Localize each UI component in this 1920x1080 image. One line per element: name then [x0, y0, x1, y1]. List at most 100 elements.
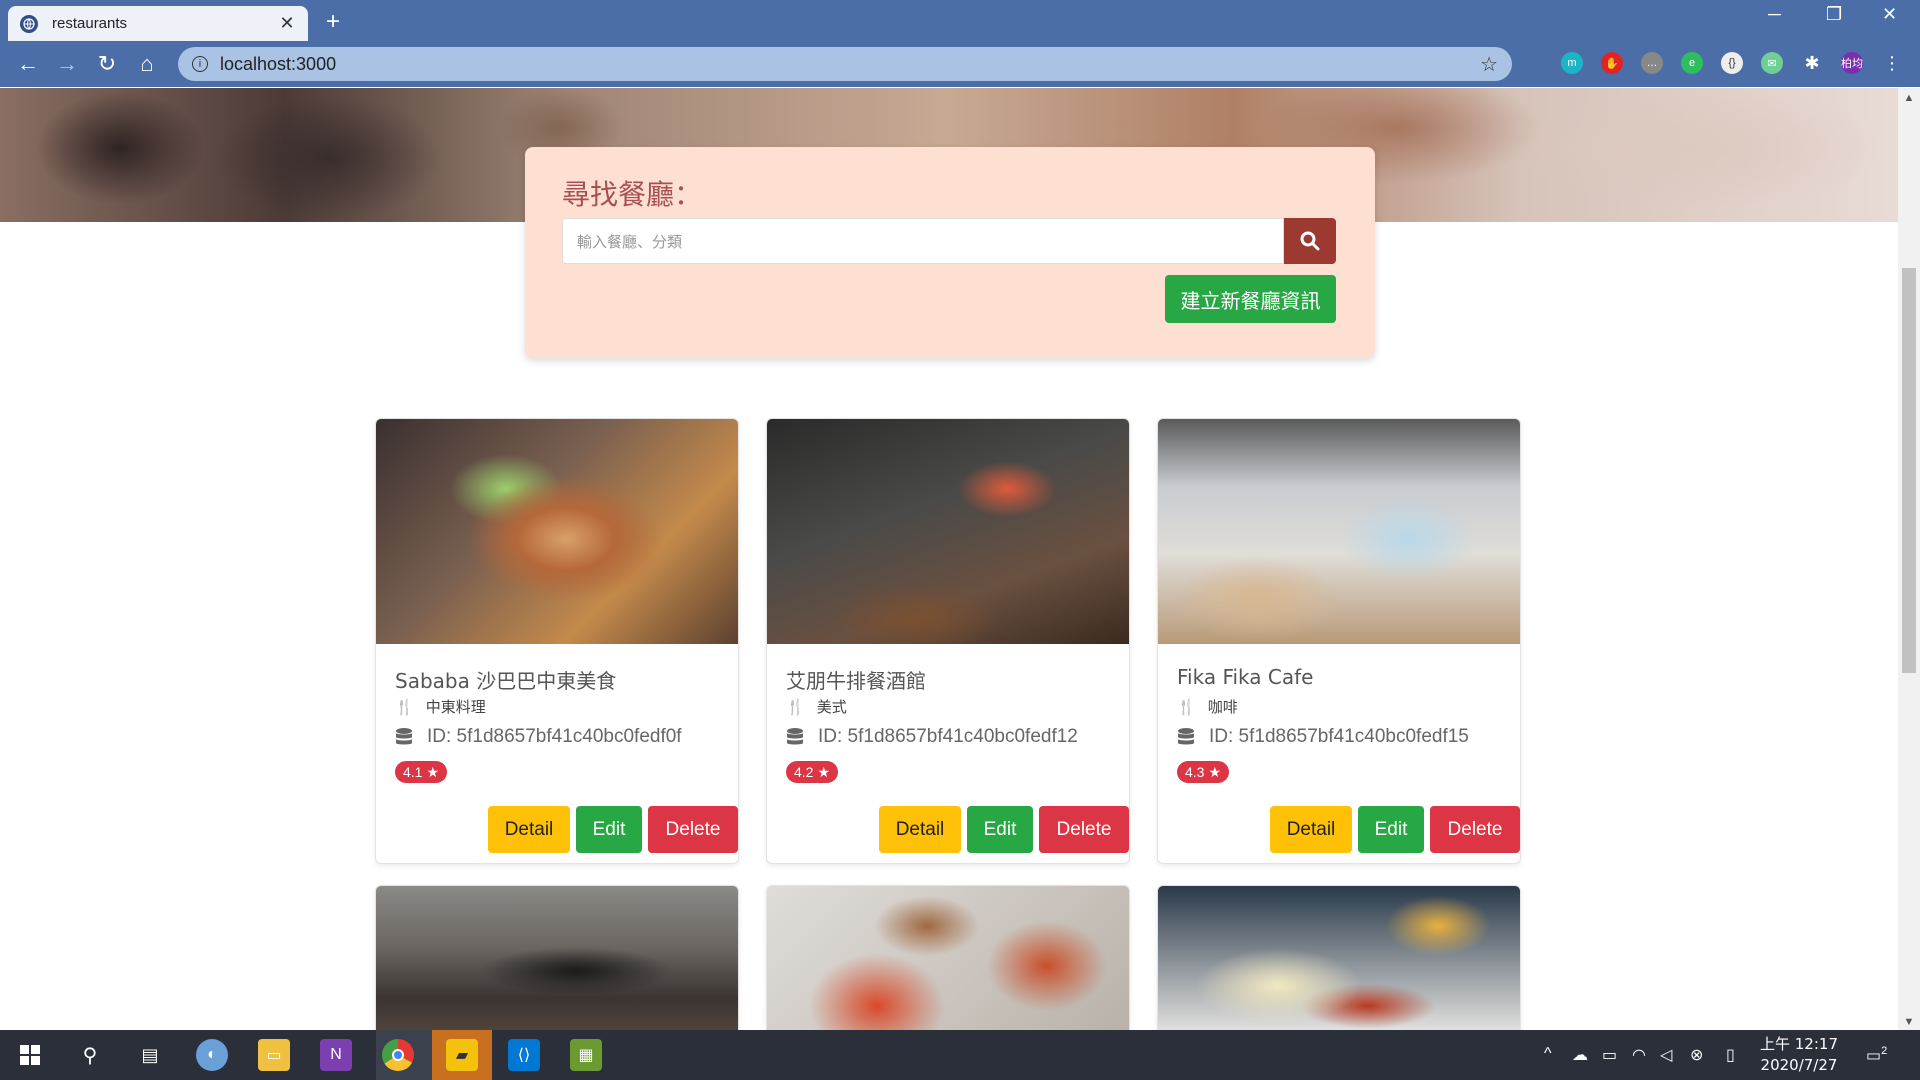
scroll-down-icon[interactable]: ▼ — [1898, 1016, 1920, 1028]
home-icon[interactable]: ⌂ — [133, 51, 161, 77]
category-row: 🍴 咖啡 — [1177, 696, 1238, 717]
restaurant-category: 美式 — [816, 698, 847, 716]
tray-chevron-icon[interactable]: ^ — [1544, 1045, 1552, 1063]
back-arrow-icon[interactable]: ← — [14, 51, 42, 77]
status-x-icon[interactable]: ⊗ — [1690, 1045, 1703, 1065]
delete-button[interactable]: Delete — [1430, 806, 1520, 853]
search-input[interactable]: 輸入餐廳、分類 — [562, 218, 1284, 264]
browser-tab-strip: restaurants ✕ + ─ ❐ ✕ — [0, 0, 1920, 41]
category-row: 🍴 美式 — [786, 696, 847, 717]
delete-button[interactable]: Delete — [648, 806, 738, 853]
app-icon[interactable]: ▦ — [570, 1039, 602, 1071]
menu-kebab-icon[interactable]: ⋮ — [1881, 52, 1903, 74]
extension-hand-icon[interactable]: ✋ — [1601, 52, 1623, 74]
system-clock[interactable]: 上午 12:17 2020/7/27 — [1760, 1034, 1838, 1076]
page-viewport: 尋找餐廳： 輸入餐廳、分類 建立新餐廳資訊 Sababa 沙巴巴中東美食 🍴 中… — [0, 88, 1898, 1030]
sticky-notes-icon[interactable]: ▰ — [446, 1039, 478, 1071]
address-bar[interactable]: i localhost:3000 ☆ — [178, 47, 1512, 81]
globe-icon — [20, 14, 38, 33]
bookmark-star-icon[interactable]: ☆ — [1480, 52, 1498, 77]
task-view-icon[interactable]: ▤ — [134, 1039, 166, 1071]
onedrive-icon[interactable]: ☁ — [1572, 1045, 1588, 1065]
restore-icon[interactable]: ❐ — [1826, 4, 1842, 25]
new-tab-button[interactable]: + — [326, 8, 340, 36]
rating-badge: 4.3 ★ — [1177, 761, 1230, 783]
scroll-up-icon[interactable]: ▲ — [1898, 92, 1920, 104]
delete-button[interactable]: Delete — [1039, 806, 1129, 853]
forward-arrow-icon[interactable]: → — [53, 51, 81, 77]
scrollbar-thumb[interactable] — [1902, 268, 1916, 673]
utensils-icon: 🍴 — [1177, 697, 1196, 716]
search-button[interactable] — [1284, 218, 1336, 264]
card-actions: Detail Edit Delete — [879, 806, 1129, 853]
create-restaurant-button[interactable]: 建立新餐廳資訊 — [1165, 275, 1336, 323]
edit-button[interactable]: Edit — [1358, 806, 1424, 853]
database-icon — [1178, 728, 1194, 745]
search-icon[interactable]: ⚲ — [74, 1039, 106, 1071]
rating-badge: 4.1 ★ — [395, 761, 448, 783]
restaurant-name: Sababa 沙巴巴中東美食 — [395, 669, 617, 693]
rating-value: 4.1 — [403, 764, 423, 780]
restaurant-category: 中東料理 — [425, 698, 486, 716]
restaurant-photo[interactable] — [376, 419, 738, 644]
id-row: ID: 5f1d8657bf41c40bc0fedf12 — [786, 726, 1078, 748]
restaurant-photo[interactable] — [376, 886, 738, 1030]
edit-button[interactable]: Edit — [576, 806, 642, 853]
restaurant-photo[interactable] — [1158, 886, 1520, 1030]
vscode-icon[interactable]: ⟨⟩ — [508, 1039, 540, 1071]
browser-tab[interactable]: restaurants ✕ — [8, 6, 308, 41]
search-icon — [1300, 231, 1320, 251]
extension-chat-icon[interactable]: … — [1641, 52, 1663, 74]
detail-button[interactable]: Detail — [1270, 806, 1352, 853]
restaurant-photo[interactable] — [767, 886, 1129, 1030]
star-icon: ★ — [1208, 763, 1222, 780]
restaurant-photo[interactable] — [767, 419, 1129, 644]
windows-start-icon[interactable] — [14, 1039, 46, 1071]
tab-close-icon[interactable]: ✕ — [278, 13, 296, 34]
browser-toolbar: ← → ↻ ⌂ i localhost:3000 ☆ m ✋ … e {} ✉ … — [0, 41, 1920, 87]
onenote-icon[interactable]: N — [320, 1039, 352, 1071]
evernote-icon[interactable]: e — [1681, 52, 1703, 74]
restaurant-id: ID: 5f1d8657bf41c40bc0fedf12 — [818, 726, 1078, 747]
restaurant-photo[interactable] — [1158, 419, 1520, 644]
database-icon — [396, 728, 412, 745]
restaurant-card: 艾朋牛排餐酒館 🍴 美式 ID: 5f1d8657bf41c40bc0fedf1… — [766, 418, 1130, 864]
extension-mail-icon[interactable]: ✉ — [1761, 52, 1783, 74]
star-icon: ★ — [817, 763, 831, 780]
file-explorer-icon[interactable]: ▭ — [258, 1039, 290, 1071]
detail-button[interactable]: Detail — [879, 806, 961, 853]
site-info-icon[interactable]: i — [192, 56, 208, 72]
battery-icon[interactable]: ▭ — [1602, 1045, 1617, 1065]
database-icon — [787, 728, 803, 745]
restaurant-card: Fika Fika Cafe 🍴 咖啡 ID: 5f1d8657bf41c40b… — [1157, 418, 1521, 864]
minimize-icon[interactable]: ─ — [1768, 4, 1781, 25]
restaurant-category: 咖啡 — [1207, 698, 1238, 716]
volume-icon[interactable]: ◁ — [1660, 1045, 1672, 1065]
search-panel: 尋找餐廳： 輸入餐廳、分類 建立新餐廳資訊 — [525, 147, 1375, 358]
restaurant-card: Sababa 沙巴巴中東美食 🍴 中東料理 ID: 5f1d8657bf41c4… — [375, 418, 739, 864]
rating-badge: 4.2 ★ — [786, 761, 839, 783]
clock-date: 2020/7/27 — [1760, 1056, 1838, 1074]
ime-icon[interactable]: ▯ — [1726, 1045, 1735, 1065]
edit-button[interactable]: Edit — [967, 806, 1033, 853]
clock-time: 上午 12:17 — [1760, 1035, 1838, 1053]
window-close-icon[interactable]: ✕ — [1882, 4, 1897, 25]
restaurant-name: 艾朋牛排餐酒館 — [786, 669, 926, 693]
extension-braces-icon[interactable]: {} — [1721, 52, 1743, 74]
chrome-icon[interactable] — [382, 1039, 414, 1071]
tab-title: restaurants — [52, 15, 128, 32]
action-center-icon[interactable]: ▭2 — [1866, 1045, 1887, 1065]
card-actions: Detail Edit Delete — [1270, 806, 1520, 853]
detail-button[interactable]: Detail — [488, 806, 570, 853]
paint-app-icon[interactable]: ◐ — [196, 1039, 228, 1071]
card-actions: Detail Edit Delete — [488, 806, 738, 853]
extension-m-icon[interactable]: m — [1561, 52, 1583, 74]
reload-icon[interactable]: ↻ — [93, 51, 121, 77]
rating-value: 4.2 — [794, 764, 814, 780]
page-scrollbar[interactable]: ▲ ▼ — [1898, 88, 1920, 1030]
extensions-puzzle-icon[interactable]: ✱ — [1801, 52, 1823, 74]
restaurant-name: Fika Fika Cafe — [1177, 665, 1314, 689]
restaurant-card — [1157, 885, 1521, 1030]
profile-avatar[interactable]: 柏均 — [1841, 52, 1863, 74]
wifi-icon[interactable]: ◠ — [1632, 1045, 1646, 1065]
